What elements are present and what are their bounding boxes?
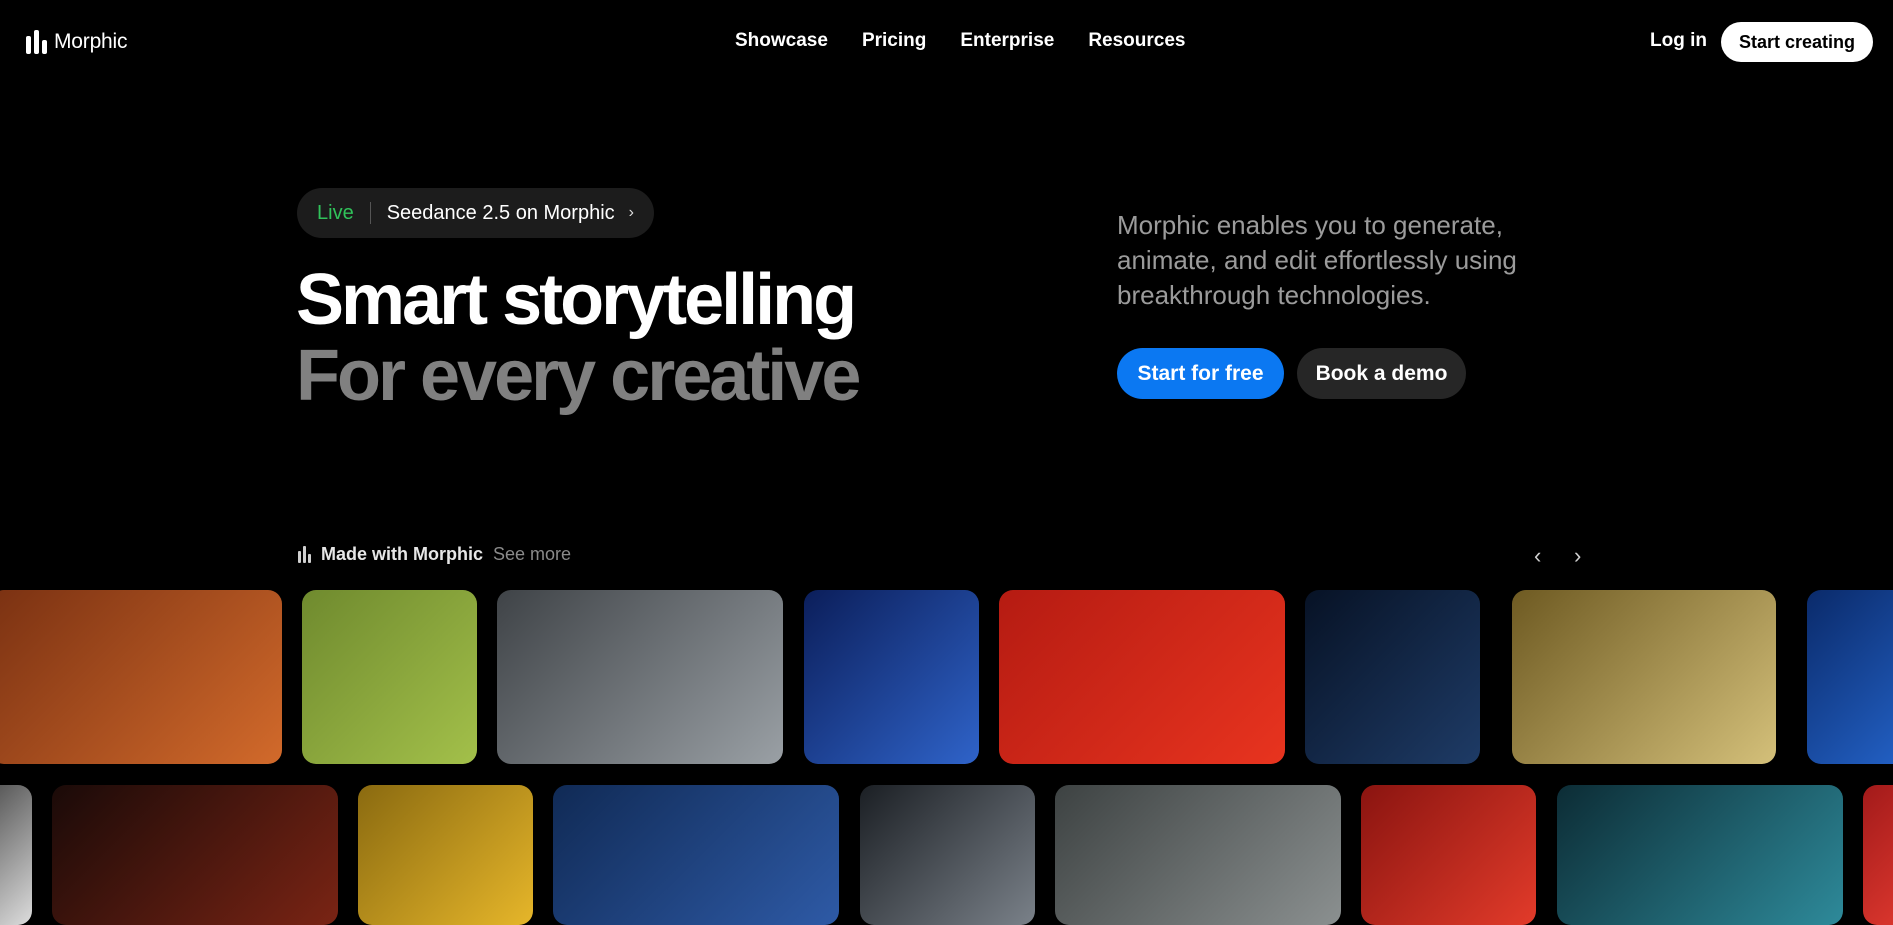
gallery-tile[interactable] <box>1055 785 1341 925</box>
book-demo-button[interactable]: Book a demo <box>1297 348 1466 399</box>
gallery-tile[interactable] <box>1361 785 1536 925</box>
hero-description: Morphic enables you to generate, animate… <box>1117 210 1517 310</box>
gallery-tile[interactable] <box>999 590 1285 764</box>
nav-link-enterprise[interactable]: Enterprise <box>960 30 1054 52</box>
gallery-tile[interactable] <box>0 590 282 764</box>
chevron-right-icon: › <box>628 204 634 221</box>
gallery-tile[interactable] <box>1863 785 1893 925</box>
morphic-logo-icon <box>26 30 47 54</box>
gallery-tile[interactable] <box>497 590 783 764</box>
chevron-left-icon[interactable]: ‹ <box>1534 543 1541 569</box>
login-link[interactable]: Log in <box>1650 30 1707 52</box>
gallery-tile[interactable] <box>1557 785 1843 925</box>
pill-divider <box>369 202 371 224</box>
gallery-tile[interactable] <box>553 785 839 925</box>
start-creating-button[interactable]: Start creating <box>1721 22 1874 62</box>
brand-name: Morphic <box>54 30 128 53</box>
gallery-tile[interactable] <box>52 785 338 925</box>
gallery-tile[interactable] <box>1512 590 1776 764</box>
nav-link-showcase[interactable]: Showcase <box>735 30 828 52</box>
brand-logo[interactable]: Morphic <box>26 30 127 54</box>
gallery-label: Made with Morphic <box>321 544 483 564</box>
gallery-tile[interactable] <box>804 590 979 764</box>
hero-subtitle: For every creative <box>296 336 861 416</box>
nav-links: Showcase Pricing Enterprise Resources <box>735 30 1186 52</box>
gallery-tile[interactable] <box>358 785 533 925</box>
gallery-header: Made with Morphic See more <box>298 544 571 565</box>
live-status-label: Live <box>317 201 354 224</box>
gallery-tile[interactable] <box>1305 590 1480 764</box>
chevron-right-icon[interactable]: › <box>1574 543 1581 569</box>
gallery-tile[interactable] <box>0 785 32 925</box>
hero-title: Smart storytelling <box>296 260 857 340</box>
gallery-tile[interactable] <box>1807 590 1893 764</box>
gallery-tile[interactable] <box>302 590 477 764</box>
nav-link-pricing[interactable]: Pricing <box>862 30 926 52</box>
see-more-link[interactable]: See more <box>493 544 571 565</box>
gallery-tile[interactable] <box>860 785 1035 925</box>
start-for-free-button[interactable]: Start for free <box>1117 348 1284 399</box>
announcement-pill[interactable]: Live Seedance 2.5 on Morphic › <box>297 188 654 238</box>
announcement-text: Seedance 2.5 on Morphic <box>386 201 615 224</box>
top-nav: Morphic Showcase Pricing Enterprise Reso… <box>0 0 1893 84</box>
morphic-logo-icon <box>298 546 311 563</box>
nav-link-resources[interactable]: Resources <box>1088 30 1185 52</box>
